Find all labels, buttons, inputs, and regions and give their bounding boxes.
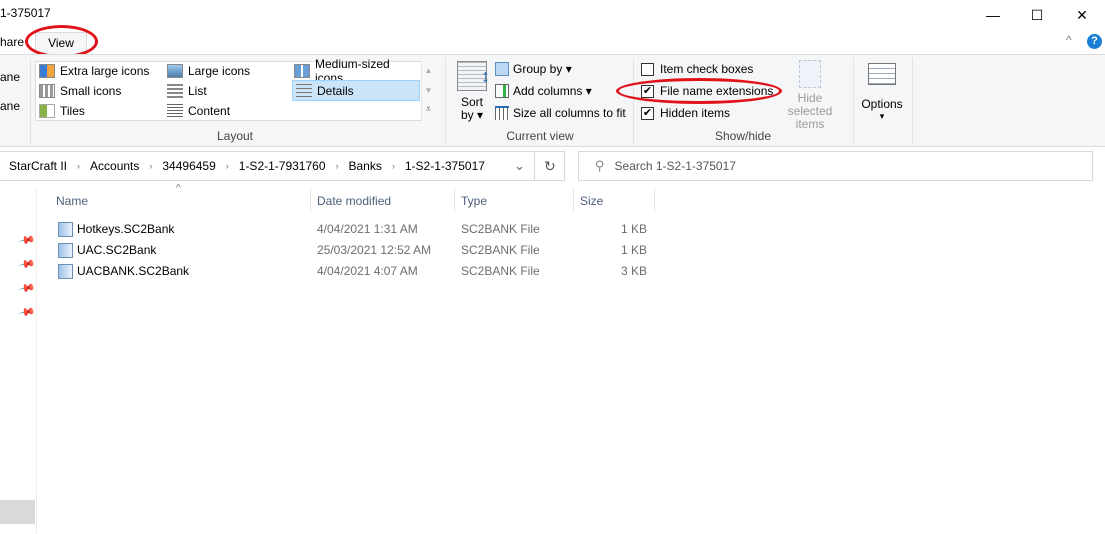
layout-content[interactable]: Content — [164, 101, 290, 121]
content-icon — [167, 104, 183, 118]
sort-by-button[interactable]: ↕ Sort by ▾ — [455, 61, 490, 126]
tab-view[interactable]: View — [35, 32, 87, 54]
large-icons-icon — [167, 64, 183, 78]
file-name-extensions-toggle[interactable]: ✔ File name extensions — [641, 80, 773, 102]
breadcrumb-separator-icon[interactable]: › — [336, 161, 339, 171]
hidden-items-toggle[interactable]: ✔ Hidden items — [641, 102, 730, 124]
minimize-button[interactable]: — — [970, 0, 1016, 30]
help-icon[interactable]: ? — [1087, 34, 1102, 49]
breadcrumb-accounts[interactable]: Accounts — [90, 159, 139, 173]
nav-pane-selected-item[interactable] — [0, 500, 35, 524]
column-header-date[interactable]: Date modified — [311, 192, 454, 214]
file-name: Hotkeys.SC2Bank — [77, 222, 175, 236]
file-size: 1 KB — [620, 222, 647, 236]
column-header-size[interactable]: Size — [574, 192, 654, 214]
breadcrumb-account-id[interactable]: 34496459 — [162, 159, 215, 173]
breadcrumb-starcraft[interactable]: StarCraft II — [9, 159, 67, 173]
tab-share[interactable]: hare — [0, 32, 24, 54]
medium-icons-icon — [294, 64, 310, 78]
small-icons-icon — [39, 84, 55, 98]
maximize-button[interactable]: ☐ — [1014, 0, 1060, 30]
scroll-up-icon[interactable]: ▲ — [422, 61, 435, 81]
preview-pane-button[interactable]: ane — [0, 70, 20, 84]
file-size: 1 KB — [620, 243, 647, 257]
breadcrumb-separator-icon[interactable]: › — [149, 161, 152, 171]
size-columns-button[interactable]: Size all columns to fit — [495, 102, 626, 124]
layout-medium-icons[interactable]: Medium-sized icons — [291, 57, 421, 85]
layout-details[interactable]: Details — [292, 80, 420, 101]
window-title: 1-375017 — [0, 6, 51, 20]
ribbon-divider — [633, 58, 634, 144]
file-name-extensions-checkbox[interactable]: ✔ — [641, 84, 654, 98]
file-type: SC2BANK File — [461, 222, 540, 236]
file-name: UAC.SC2Bank — [77, 243, 157, 257]
refresh-icon[interactable]: ↻ — [544, 158, 556, 175]
layout-small-icons[interactable]: Small icons — [36, 81, 164, 101]
layout-scrollbar[interactable]: ▲ ▼ ⩡ — [421, 61, 435, 121]
show-hide-group-label: Show/hide — [714, 129, 772, 143]
item-check-boxes-toggle[interactable]: Item check boxes — [641, 58, 753, 80]
address-divider — [534, 152, 535, 180]
search-box[interactable]: ⚲ Search 1-S2-1-375017 — [578, 151, 1093, 181]
details-icon — [296, 83, 312, 98]
details-pane-button[interactable]: ane — [0, 99, 20, 113]
hide-selected-button[interactable]: Hide selected items — [775, 60, 845, 131]
file-date: 25/03/2021 12:52 AM — [317, 243, 432, 257]
group-by-icon — [495, 62, 509, 76]
sort-icon: ↕ — [457, 61, 490, 91]
close-button[interactable]: ✕ — [1059, 0, 1105, 30]
breadcrumb-banks[interactable]: Banks — [349, 159, 382, 173]
file-date: 4/04/2021 4:07 AM — [317, 264, 418, 278]
size-columns-icon — [495, 106, 509, 120]
ribbon-divider — [853, 58, 854, 144]
file-size: 3 KB — [620, 264, 647, 278]
ribbon-divider — [30, 58, 31, 144]
add-columns-icon — [495, 84, 509, 98]
scroll-down-icon[interactable]: ▼ — [422, 81, 435, 101]
tiles-icon — [39, 104, 55, 118]
address-bar[interactable]: StarCraft II › Accounts › 34496459 › 1-S… — [0, 151, 565, 181]
file-date: 4/04/2021 1:31 AM — [317, 222, 418, 236]
layout-large-icons[interactable]: Large icons — [164, 61, 290, 81]
hide-selected-icon — [799, 60, 821, 88]
search-input[interactable]: Search 1-S2-1-375017 — [615, 159, 736, 173]
breadcrumb-current[interactable]: 1-S2-1-375017 — [405, 159, 485, 173]
ribbon-divider — [445, 58, 446, 144]
column-divider[interactable] — [654, 188, 655, 212]
list-icon — [167, 84, 183, 98]
add-columns-button[interactable]: Add columns ▾ — [495, 80, 592, 102]
group-by-button[interactable]: Group by ▾ — [495, 58, 572, 80]
extra-large-icons-icon — [39, 64, 55, 78]
file-type: SC2BANK File — [461, 243, 540, 257]
expand-gallery-icon[interactable]: ⩡ — [422, 101, 435, 119]
breadcrumb-separator-icon[interactable]: › — [226, 161, 229, 171]
item-check-boxes-checkbox[interactable] — [641, 62, 654, 76]
file-row[interactable]: UAC.SC2Bank 25/03/2021 12:52 AM SC2BANK … — [56, 240, 656, 261]
breadcrumb-profile[interactable]: 1-S2-1-7931760 — [239, 159, 326, 173]
breadcrumb-separator-icon[interactable]: › — [392, 161, 395, 171]
file-name: UACBANK.SC2Bank — [77, 264, 190, 278]
column-header-name[interactable]: Name — [50, 192, 310, 214]
current-view-group-label: Current view — [506, 129, 574, 143]
file-icon — [58, 264, 73, 279]
layout-list[interactable]: List — [164, 81, 290, 101]
hidden-items-checkbox[interactable]: ✔ — [641, 106, 654, 120]
address-dropdown-icon[interactable]: ⌄ — [514, 158, 525, 174]
options-icon — [868, 63, 896, 85]
file-icon — [58, 243, 73, 258]
layout-extra-large-icons[interactable]: Extra large icons — [36, 61, 164, 81]
breadcrumb-separator-icon[interactable]: › — [77, 161, 80, 171]
file-row[interactable]: Hotkeys.SC2Bank 4/04/2021 1:31 AM SC2BAN… — [56, 219, 656, 240]
file-icon — [58, 222, 73, 237]
file-type: SC2BANK File — [461, 264, 540, 278]
options-button[interactable]: Options ▾ — [857, 63, 907, 121]
collapse-ribbon-icon[interactable]: ^ — [1066, 33, 1072, 47]
layout-group-label: Layout — [216, 129, 254, 143]
layout-tiles[interactable]: Tiles — [36, 101, 164, 121]
search-icon: ⚲ — [595, 158, 605, 173]
column-header-type[interactable]: Type — [455, 192, 573, 214]
ribbon-divider — [912, 58, 913, 144]
file-row[interactable]: UACBANK.SC2Bank 4/04/2021 4:07 AM SC2BAN… — [56, 261, 656, 282]
